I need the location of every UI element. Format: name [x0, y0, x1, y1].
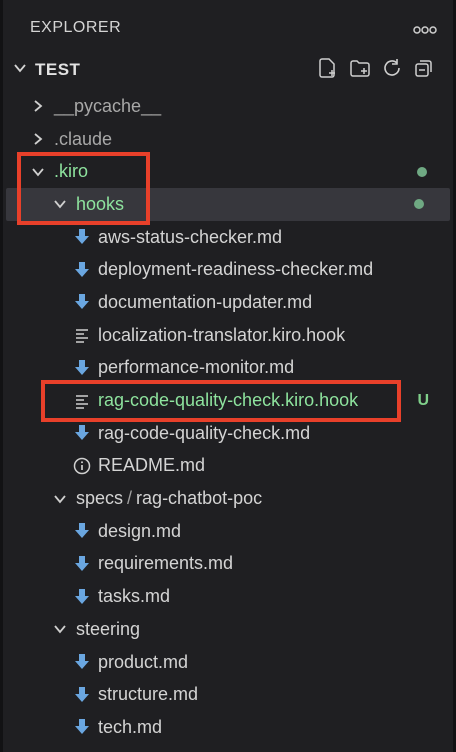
- tree-item-label: __pycache__: [54, 95, 162, 116]
- markdown-file-icon: [72, 522, 92, 540]
- tree-item-label: deployment-readiness-checker.md: [98, 259, 374, 280]
- tree-item-label: specs: [76, 488, 124, 509]
- tree-item-label: structure.md: [98, 684, 199, 705]
- path-separator: /: [127, 488, 133, 509]
- git-status-badge: U: [417, 391, 429, 409]
- tree-item-label: hooks: [76, 193, 125, 214]
- refresh-icon[interactable]: [381, 57, 403, 84]
- tree-item-specs[interactable]: specs / rag-chatbot-poc: [3, 482, 453, 515]
- tree-item-rag-code-quality-check-hook[interactable]: rag-code-quality-check.kiro.hook U: [3, 384, 453, 417]
- tree-item-requirements[interactable]: requirements.md: [3, 548, 453, 581]
- workspace-root[interactable]: TEST: [3, 56, 453, 84]
- markdown-file-icon: [72, 359, 92, 377]
- tree-item-rag-code-quality-check-md[interactable]: rag-code-quality-check.md: [3, 417, 453, 450]
- tree-item-label: requirements.md: [98, 553, 234, 574]
- collapse-all-icon[interactable]: [413, 57, 435, 84]
- markdown-file-icon: [72, 718, 92, 736]
- tree-item-label: README.md: [98, 455, 206, 476]
- tree-item-documentation-updater[interactable]: documentation-updater.md: [3, 286, 453, 319]
- tree-item-pycache[interactable]: __pycache__: [3, 90, 453, 123]
- modified-dot-indicator: [417, 166, 427, 177]
- chevron-down-icon[interactable]: [50, 492, 70, 506]
- tree-item-label: performance-monitor.md: [98, 357, 295, 378]
- tree-item-hooks[interactable]: hooks: [6, 188, 450, 221]
- chevron-right-icon[interactable]: [28, 99, 48, 113]
- hook-file-icon: [72, 393, 92, 409]
- tree-item-label: rag-code-quality-check.kiro.hook: [98, 390, 359, 411]
- tree-item-label: tasks.md: [98, 586, 171, 607]
- markdown-file-icon: [72, 686, 92, 704]
- hook-file-icon: [72, 327, 92, 343]
- tree-item-label: rag-code-quality-check.md: [98, 422, 311, 443]
- file-tree: __pycache__ .claude .kiro hooks aws-status-c…: [3, 90, 453, 744]
- markdown-file-icon: [72, 228, 92, 246]
- tree-item-label: tech.md: [98, 716, 163, 737]
- chevron-down-icon: [13, 61, 33, 80]
- chevron-down-icon[interactable]: [50, 197, 70, 211]
- tree-item-claude[interactable]: .claude: [3, 123, 453, 156]
- tree-item-localization-translator[interactable]: localization-translator.kiro.hook: [3, 319, 453, 352]
- markdown-file-icon: [72, 555, 92, 573]
- tree-item-structure[interactable]: structure.md: [3, 678, 453, 711]
- tree-item-product[interactable]: product.md: [3, 646, 453, 679]
- new-file-icon[interactable]: [317, 57, 339, 84]
- tree-item-tasks[interactable]: tasks.md: [3, 580, 453, 613]
- markdown-file-icon: [72, 293, 92, 311]
- tree-item-kiro[interactable]: .kiro: [3, 155, 453, 188]
- explorer-title: EXPLORER: [30, 19, 122, 36]
- tree-item-label: .claude: [54, 128, 113, 149]
- new-folder-icon[interactable]: [349, 57, 371, 84]
- chevron-down-icon[interactable]: [50, 622, 70, 636]
- chevron-right-icon[interactable]: [28, 132, 48, 146]
- tree-item-aws-status-checker[interactable]: aws-status-checker.md: [3, 221, 453, 254]
- markdown-file-icon: [72, 261, 92, 279]
- tree-item-label: localization-translator.kiro.hook: [98, 324, 346, 345]
- tree-item-label: product.md: [98, 651, 189, 672]
- tree-item-label: steering: [76, 618, 141, 639]
- chevron-down-icon[interactable]: [28, 165, 48, 179]
- markdown-file-icon: [72, 424, 92, 442]
- tree-item-performance-monitor[interactable]: performance-monitor.md: [3, 352, 453, 385]
- tree-item-label: design.md: [98, 520, 182, 541]
- tree-item-label: aws-status-checker.md: [98, 226, 283, 247]
- tree-item-deployment-readiness-checker[interactable]: deployment-readiness-checker.md: [3, 253, 453, 286]
- tree-item-label: .kiro: [54, 161, 89, 182]
- explorer-panel: EXPLORER TEST __pycache__ .claude .kiro hoo…: [0, 0, 456, 752]
- workspace-root-label: TEST: [35, 60, 81, 79]
- tree-item-design[interactable]: design.md: [3, 515, 453, 548]
- root-actions: [317, 57, 435, 84]
- info-icon: [72, 457, 92, 475]
- tree-item-label-secondary: rag-chatbot-poc: [136, 488, 263, 509]
- tree-item-tech[interactable]: tech.md: [3, 711, 453, 744]
- explorer-header: EXPLORER: [3, 0, 453, 56]
- tree-item-label: documentation-updater.md: [98, 291, 313, 312]
- more-actions-icon[interactable]: [413, 18, 437, 39]
- tree-item-steering[interactable]: steering: [3, 613, 453, 646]
- markdown-file-icon: [72, 653, 92, 671]
- modified-dot-indicator: [414, 199, 424, 210]
- markdown-file-icon: [72, 588, 92, 606]
- tree-item-readme[interactable]: README.md: [3, 450, 453, 483]
